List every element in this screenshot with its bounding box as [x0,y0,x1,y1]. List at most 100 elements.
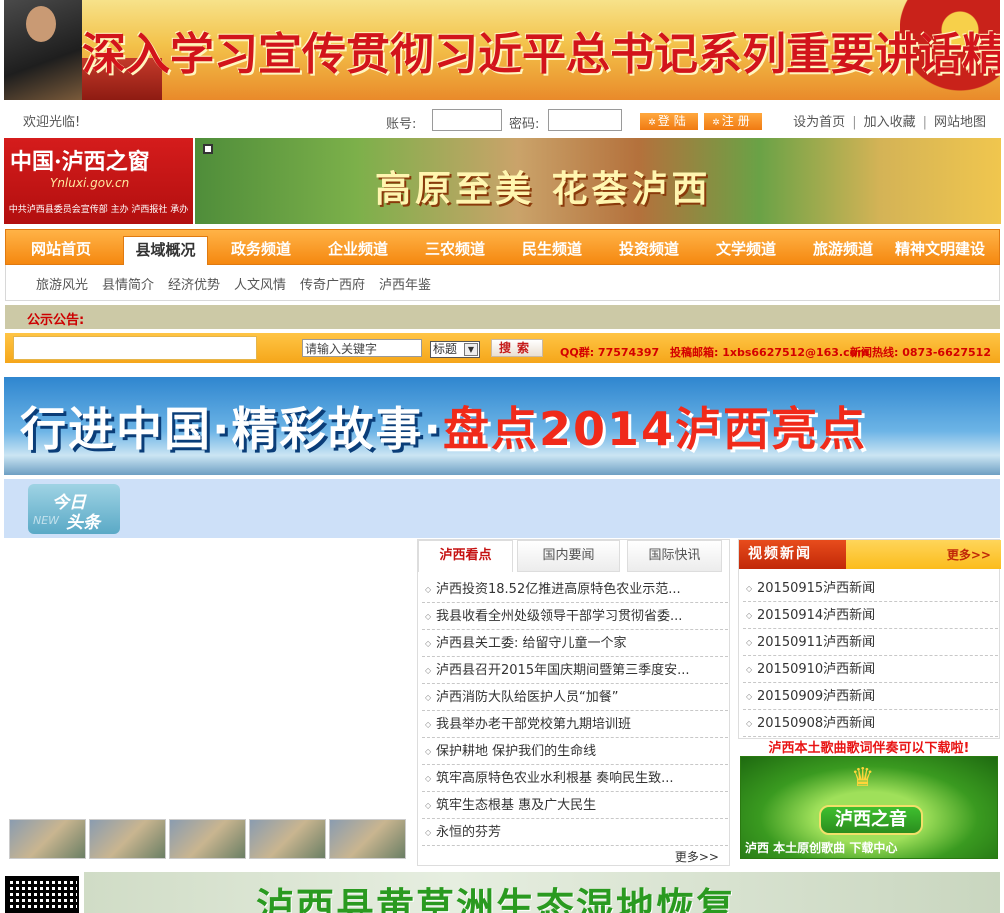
badge-new-text: NEW [33,514,60,527]
news-more-link[interactable]: 更多>> [675,848,719,865]
search-button[interactable]: 搜索 [491,339,543,357]
nav-item-enterprise[interactable]: 企业频道 [313,230,403,266]
bottom-banner-title: 泸西县黄草洲生态湿地恢复 [256,884,737,913]
password-label: 密码: [509,117,540,132]
separator: | [922,115,927,130]
login-bar: 欢迎光临! 账号: 密码: 登陆 注册 设为首页 | 加入收藏 | 网站地图 [4,104,1000,134]
top-banner-title: 深入学习宣传贯彻习近平总书记系列重要讲话精神 [82,29,1000,80]
sub-nav-item[interactable]: 泸西年鉴 [379,274,431,293]
news-item[interactable]: 筑牢生态根基 惠及广大民生 [422,792,728,819]
photo-thumbnail[interactable] [89,819,166,859]
news-item[interactable]: 保护耕地 保护我们的生命线 [422,738,728,765]
site-map-link[interactable]: 网站地图 [934,115,986,130]
news-item[interactable]: 泸西消防大队给医护人员“加餐” [422,684,728,711]
news-item[interactable]: 我县举办老干部党校第九期培训班 [422,711,728,738]
video-item[interactable]: 20150910泸西新闻 [743,656,998,683]
quick-links: 设为首页 | 加入收藏 | 网站地图 [793,111,986,130]
video-list: 20150915泸西新闻 20150914泸西新闻 20150911泸西新闻 2… [743,575,998,737]
feature-text-main: 行进中国·精彩故事· [20,402,443,456]
feature-banner[interactable]: 行进中国·精彩故事·盘点2014泸西亮点 [4,377,1000,475]
nav-item-tourism[interactable]: 旅游频道 [798,230,888,266]
tab-international-news[interactable]: 国际快讯 [627,540,722,572]
nav-item-agriculture[interactable]: 三农频道 [410,230,500,266]
video-more-link[interactable]: 更多>> [947,546,991,563]
main-nav: 网站首页 县域概况 政务频道 企业频道 三农频道 民生频道 投资频道 文学频道 … [5,229,1000,266]
news-item[interactable]: 永恒的芬芳 [422,819,728,846]
photo-thumbnail[interactable] [249,819,326,859]
header-banner[interactable]: 高原至美 花荟泸西 [195,138,1001,224]
set-home-link[interactable]: 设为首页 [793,115,845,130]
badge-line2: 头条 [66,513,100,533]
account-input[interactable] [432,109,502,131]
feature-text-accent: 盘点2014泸西亮点 [442,402,867,456]
nav-item-civilization[interactable]: 精神文明建设 [890,230,990,266]
top-banner[interactable]: 深入学习宣传贯彻习近平总书记系列重要讲话精神 [4,0,1000,100]
video-item[interactable]: 20150915泸西新闻 [743,575,998,602]
search-scope-value: 标题 [433,342,458,356]
crown-icon: ♛ [851,763,875,793]
nav-item-home[interactable]: 网站首页 [16,230,106,266]
music-ad-caption: 泸西 本土原创歌曲 下载中心 [745,841,898,855]
sub-nav-item[interactable]: 旅游风光 [36,274,88,293]
search-bar: 标题 ▼ 搜索 QQ群: 77574397 投稿邮箱: 1xbs6627512@… [5,333,1000,363]
site-logo[interactable]: 中国·泸西之窗 Ynluxi.gov.cn 中共泸西县委员会宣传部 主办 泸西报… [4,138,193,224]
separator: | [852,115,857,130]
feature-banner-title: 行进中国·精彩故事·盘点2014泸西亮点 [20,393,867,459]
music-ad-title: 泸西之音 [819,805,923,835]
tab-domestic-news[interactable]: 国内要闻 [517,540,620,572]
photo-thumbnail[interactable] [9,819,86,859]
welcome-text: 欢迎光临! [23,115,81,130]
video-item[interactable]: 20150908泸西新闻 [743,710,998,737]
news-item[interactable]: 泸西县召开2015年国庆期间暨第三季度安... [422,657,728,684]
sub-nav: 旅游风光 县情简介 经济优势 人文风情 传奇广西府 泸西年鉴 [5,265,1000,301]
news-list: 泸西投资18.52亿推进高原特色农业示范... 我县收看全州处级领导干部学习贯彻… [422,576,728,846]
logo-sponsor: 中共泸西县委员会宣传部 主办 泸西报社 承办 [8,205,189,215]
video-item[interactable]: 20150911泸西新闻 [743,629,998,656]
sub-nav-item[interactable]: 经济优势 [168,274,220,293]
news-item[interactable]: 筑牢高原特色农业水利根基 奏响民生致... [422,765,728,792]
nav-item-county-overview[interactable]: 县域概况 [123,236,208,266]
submission-email: 投稿邮箱: 1xbs6627512@163.com [670,346,869,359]
notice-bar: 公示公告: [5,305,1000,329]
chevron-down-icon: ▼ [464,343,478,356]
nav-item-livelihood[interactable]: 民生频道 [507,230,597,266]
register-button[interactable]: 注册 [704,113,762,130]
video-item[interactable]: 20150909泸西新闻 [743,683,998,710]
news-hotline: 新闻热线: 0873-6627512 [850,346,991,359]
news-item[interactable]: 泸西投资18.52亿推进高原特色农业示范... [422,576,728,603]
search-blank-field [13,336,257,360]
video-item[interactable]: 20150914泸西新闻 [743,602,998,629]
logo-title: 中国·泸西之窗 [10,149,150,175]
portrait-image [4,0,82,100]
search-scope-select[interactable]: 标题 ▼ [430,341,480,358]
nav-item-government[interactable]: 政务频道 [216,230,306,266]
news-item[interactable]: 泸西县关工委: 给留守儿童一个家 [422,630,728,657]
password-input[interactable] [548,109,622,131]
header-slogan: 高原至美 花荟泸西 [375,168,712,210]
sub-nav-item[interactable]: 人文风情 [234,274,286,293]
search-input[interactable] [302,339,422,357]
bottom-banner[interactable]: 泸西县黄草洲生态湿地恢复 [84,872,1000,913]
photo-thumbnail[interactable] [169,819,246,859]
tab-luxi-highlights[interactable]: 泸西看点 [418,540,513,572]
logo-domain: Ynluxi.gov.cn [50,176,130,190]
login-button[interactable]: 登陆 [640,113,698,130]
news-panel: 泸西看点 国内要闻 国际快讯 泸西投资18.52亿推进高原特色农业示范... 我… [417,539,730,866]
song-download-notice[interactable]: 泸西本土歌曲歌词伴奏可以下载啦! [738,737,1000,756]
account-label: 账号: [386,117,417,132]
notice-label: 公示公告: [27,313,85,328]
nav-item-investment[interactable]: 投资频道 [604,230,694,266]
video-news-title: 视频新闻 [739,540,846,569]
news-item[interactable]: 我县收看全州处级领导干部学习贯彻省委... [422,603,728,630]
add-favorite-link[interactable]: 加入收藏 [864,115,916,130]
sub-nav-item[interactable]: 县情简介 [102,274,154,293]
today-headline-badge: NEW 今日 头条 [28,484,120,534]
music-download-ad[interactable]: ♛ 泸西之音 泸西 本土原创歌曲 下载中心 [740,756,998,859]
qr-code [5,876,79,913]
pin-icon [203,144,213,154]
headline-strip: NEW 今日 头条 [4,479,1000,538]
qq-group: QQ群: 77574397 [560,346,660,359]
nav-item-literature[interactable]: 文学频道 [701,230,791,266]
photo-thumbnail[interactable] [329,819,406,859]
sub-nav-item[interactable]: 传奇广西府 [300,274,365,293]
